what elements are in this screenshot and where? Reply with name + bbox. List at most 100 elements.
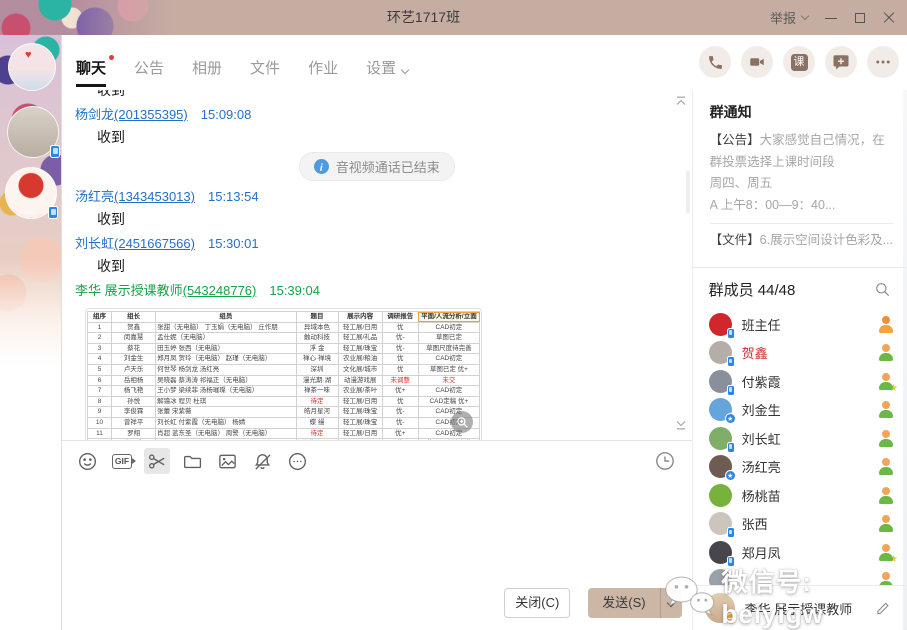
gif-icon: GIF <box>112 454 132 469</box>
clipped-message: 收到 <box>97 90 692 99</box>
voice-call-button[interactable] <box>699 46 731 78</box>
member-row[interactable]: 班主任 <box>693 310 907 339</box>
sender-name[interactable]: 汤红亮 <box>75 189 114 204</box>
more-tools-button[interactable] <box>284 448 310 474</box>
image-button[interactable] <box>214 448 240 474</box>
member-row[interactable]: 贺鑫 <box>693 339 907 368</box>
sticker-add-button[interactable] <box>825 46 857 78</box>
table-header-cell: 展示内容 <box>338 312 382 323</box>
member-avatar[interactable] <box>709 313 732 336</box>
table-cell: 漫光期·湖 <box>296 375 338 386</box>
table-header-cell: 组长 <box>112 312 156 323</box>
member-avatar[interactable] <box>709 398 732 421</box>
scroll-to-bottom-button[interactable] <box>675 418 687 436</box>
message-history-button[interactable] <box>652 448 678 474</box>
minimize-button[interactable] <box>825 12 837 24</box>
file-notice-line[interactable]: 【文件】6.展示空间设计色彩及... <box>710 230 893 252</box>
search-icon[interactable] <box>874 281 891 298</box>
member-role-icon <box>878 515 894 532</box>
avatar[interactable] <box>705 593 735 623</box>
session-avatar[interactable] <box>7 106 59 158</box>
file-button[interactable] <box>179 448 205 474</box>
tab-files[interactable]: 文件 <box>250 51 280 90</box>
member-avatar[interactable] <box>709 370 732 393</box>
call-actions: 课 <box>689 46 899 78</box>
mute-notification-button[interactable] <box>249 448 275 474</box>
maximize-button[interactable] <box>854 12 866 24</box>
member-avatar[interactable] <box>709 427 732 450</box>
gif-button[interactable]: GIF <box>109 448 135 474</box>
self-member-bar[interactable]: 李华 展示授课教师 <box>693 585 907 630</box>
window-title: 环艺1717班 <box>0 0 847 35</box>
member-row[interactable]: 刘金生 <box>693 396 907 425</box>
session-avatar[interactable] <box>5 167 57 219</box>
close-window-button[interactable] <box>883 12 895 24</box>
group-notice-panel[interactable]: 群通知 【公告】大家感觉自己情况，在 群投票选择上课时间段 周四、周五 A 上午… <box>693 90 907 268</box>
member-list[interactable]: 班主任贺鑫付紫霞★刘金生刘长虹汤红亮杨桃苗张西郑月凤★ <box>693 310 907 585</box>
close-button[interactable]: 关闭(C) <box>504 588 570 618</box>
member-row[interactable]: 刘长虹 <box>693 424 907 453</box>
sender-uin[interactable]: (2451667566) <box>114 236 195 251</box>
table-cell: 草图已定 <box>418 333 479 344</box>
member-role-icon: ★ <box>878 544 894 561</box>
tab-chat[interactable]: 聊天 <box>76 51 106 90</box>
session-avatar[interactable] <box>8 43 56 91</box>
sender-uin[interactable]: (1343453013) <box>114 189 195 204</box>
more-actions-button[interactable] <box>867 46 899 78</box>
sender-name[interactable]: 刘长虹 <box>75 236 114 251</box>
folder-icon <box>182 451 203 472</box>
scroll-to-top-button[interactable] <box>675 94 687 112</box>
member-row[interactable] <box>693 567 907 586</box>
video-call-button[interactable] <box>741 46 773 78</box>
member-avatar[interactable] <box>709 455 732 478</box>
tab-announcement[interactable]: 公告 <box>134 51 164 90</box>
member-row[interactable]: 张西 <box>693 510 907 539</box>
title-bar[interactable]: 环艺1717班 举报 <box>0 0 907 35</box>
report-button[interactable]: 举报 <box>770 8 808 27</box>
member-name: 郑月凤 <box>742 543 878 562</box>
member-row[interactable]: 汤红亮 <box>693 453 907 482</box>
table-cell: 罗翔 <box>112 428 156 439</box>
member-avatar[interactable] <box>709 541 732 564</box>
table-cell: 优- <box>382 343 418 354</box>
sender-uin[interactable]: (543248776) <box>183 283 257 298</box>
bell-slash-icon <box>252 451 273 472</box>
table-cell: 轻工展/珠宝 <box>338 407 382 418</box>
table-header-cell: 平面/人流分析/立面 <box>418 312 479 323</box>
member-role-icon <box>878 344 894 361</box>
table-cell: 郑月凤 贺玲（无电脑） 赵瑾（无电脑） <box>156 354 296 365</box>
member-row[interactable]: 付紫霞★ <box>693 367 907 396</box>
table-cell: 田玉婷 张西（无电脑） <box>156 343 296 354</box>
table-cell: 轻工展/礼品 <box>338 333 382 344</box>
class-button[interactable]: 课 <box>783 46 815 78</box>
member-avatar[interactable] <box>709 512 732 535</box>
member-row[interactable]: 杨桃苗 <box>693 481 907 510</box>
member-name: 刘金生 <box>742 400 878 419</box>
table-cell: 李俊霖 <box>112 407 156 418</box>
chat-image-table[interactable]: 组序组长组员题目展示内容调研报告平面/人流分析/立面1贺鑫张甜（无电脑） 丁玉娟… <box>85 308 482 440</box>
sender-uin[interactable]: (201355395) <box>114 107 188 122</box>
notice-title: 群通知 <box>710 102 893 122</box>
emoji-button[interactable] <box>74 448 100 474</box>
tab-homework[interactable]: 作业 <box>308 51 338 90</box>
member-avatar[interactable] <box>709 484 732 507</box>
window-edge <box>903 90 907 630</box>
tab-settings[interactable]: 设置 <box>366 51 408 90</box>
table-cell: 轻工展/日用 <box>338 322 382 333</box>
table-cell: 7 <box>88 386 112 397</box>
table-cell: 轻工展/珠宝 <box>338 343 382 354</box>
message-time: 15:09:08 <box>201 107 252 122</box>
member-avatar[interactable] <box>709 569 732 585</box>
member-row[interactable]: 郑月凤★ <box>693 538 907 567</box>
member-avatar[interactable] <box>709 341 732 364</box>
tab-album[interactable]: 相册 <box>192 51 222 90</box>
message-history[interactable]: 收到 杨剑龙(201355395)15:09:08 收到 音视频通话已结束 汤红… <box>62 90 692 440</box>
send-button[interactable]: 发送(S) <box>588 588 681 618</box>
edit-pencil-icon[interactable] <box>875 600 891 616</box>
screenshot-button[interactable] <box>144 448 170 474</box>
sender-name[interactable]: 杨剑龙 <box>75 107 114 122</box>
member-name: 汤红亮 <box>742 457 878 476</box>
group-window-body: 聊天 公告 相册 文件 作业 设置 课 <box>62 35 907 630</box>
send-options-button[interactable] <box>660 588 682 618</box>
sender-name[interactable]: 李华 展示授课教师 <box>75 283 183 298</box>
